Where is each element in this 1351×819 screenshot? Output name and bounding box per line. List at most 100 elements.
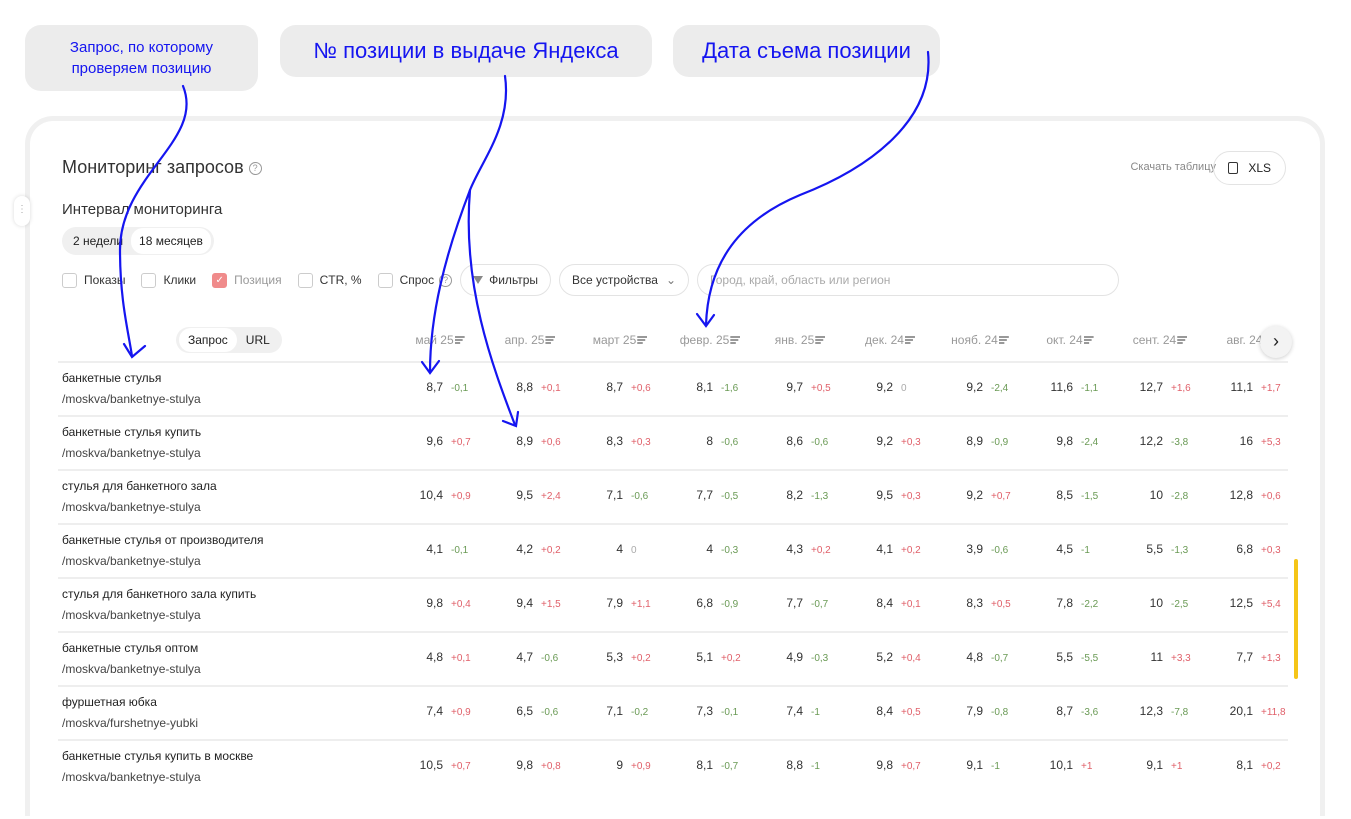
column-header[interactable]: нояб. 24	[935, 333, 1025, 347]
filter-bar: Показы Клики ✓ Позиция CTR, % Спрос? Филь…	[62, 264, 1127, 296]
checkbox-label: CTR, %	[319, 273, 362, 287]
position-value: 10,1	[1049, 758, 1073, 772]
position-cell: 11,6 -1,1	[1021, 380, 1111, 394]
sort-icon[interactable]	[1177, 336, 1188, 344]
position-delta: +1	[1171, 761, 1183, 772]
checkbox-clicks[interactable]: Клики	[141, 272, 196, 288]
download-table-label[interactable]: Скачать таблицу	[1130, 161, 1216, 173]
url-text[interactable]: /moskva/furshetnye-yubki	[62, 716, 198, 730]
interval-2-weeks[interactable]: 2 недели	[65, 228, 131, 254]
position-value: 9,5	[876, 488, 893, 502]
table-row: стулья для банкетного зала купить/moskva…	[58, 577, 1288, 633]
position-cell: 7,9 -0,8	[931, 704, 1021, 718]
position-cell: 6,5 -0,6	[481, 704, 571, 718]
filters-button[interactable]: Фильтры	[460, 264, 552, 296]
help-icon[interactable]: ?	[248, 162, 262, 175]
column-header[interactable]: апр. 25	[485, 333, 575, 347]
position-value: 11,1	[1230, 380, 1253, 394]
query-text[interactable]: банкетные стулья купить в москве	[62, 749, 253, 763]
query-text[interactable]: фуршетная юбка	[62, 695, 157, 709]
position-cell: 8,9 -0,9	[931, 434, 1021, 448]
annotation-query: Запрос, по которому проверяем позицию	[25, 25, 258, 91]
position-value: 16	[1239, 434, 1253, 448]
next-columns-button[interactable]: ›	[1260, 326, 1292, 358]
checkmark-icon[interactable]: ✓	[212, 272, 228, 288]
query-text[interactable]: банкетные стулья от производителя	[62, 533, 264, 547]
devices-select[interactable]: Все устройства ⌄	[559, 264, 690, 296]
checkbox-demand[interactable]: Спрос?	[377, 272, 453, 288]
column-date: нояб. 24	[951, 333, 998, 347]
url-text[interactable]: /moskva/banketnye-stulya	[62, 500, 201, 514]
sort-icon[interactable]	[454, 336, 465, 344]
position-delta: -0,5	[721, 491, 739, 502]
position-delta: +2,4	[541, 491, 561, 502]
column-header[interactable]: сент. 24	[1115, 333, 1205, 347]
column-header[interactable]: окт. 24	[1025, 333, 1115, 347]
checkbox-ctr[interactable]: CTR, %	[297, 272, 362, 288]
query-text[interactable]: стулья для банкетного зала купить	[62, 587, 256, 601]
checkbox-impressions[interactable]: Показы	[62, 272, 126, 288]
xls-button[interactable]: XLS	[1213, 151, 1286, 185]
sort-icon[interactable]	[545, 336, 556, 344]
table-row: фуршетная юбка/moskva/furshetnye-yubki 7,…	[58, 685, 1288, 741]
position-value: 10	[1149, 596, 1163, 610]
query-text[interactable]: банкетные стулья оптом	[62, 641, 198, 655]
column-header[interactable]: май 25	[395, 333, 485, 347]
position-cell: 4,7 -0,6	[481, 650, 571, 664]
sort-icon[interactable]	[904, 336, 915, 344]
checkbox-box[interactable]	[141, 272, 157, 288]
sort-icon[interactable]	[1083, 336, 1094, 344]
drag-handle-icon[interactable]: ⋮	[14, 196, 30, 226]
position-delta: -1	[1081, 545, 1090, 556]
table-row: банкетные стулья купить в москве/moskva/…	[58, 739, 1288, 795]
url-text[interactable]: /moskva/banketnye-stulya	[62, 554, 201, 568]
position-value: 7,9	[606, 596, 623, 610]
view-query[interactable]: Запрос	[179, 328, 237, 352]
sort-icon[interactable]	[998, 336, 1009, 344]
position-value: 7,4	[426, 704, 443, 718]
monitoring-card: Мониторинг запросов? Скачать таблицу XLS…	[25, 116, 1325, 816]
url-text[interactable]: /moskva/banketnye-stulya	[62, 770, 201, 784]
help-icon[interactable]: ?	[439, 273, 453, 287]
view-url[interactable]: URL	[237, 328, 279, 352]
position-cell: 7,7 -0,5	[661, 488, 751, 502]
position-delta: +0,5	[901, 707, 921, 718]
url-text[interactable]: /moskva/banketnye-stulya	[62, 392, 201, 406]
sort-icon[interactable]	[815, 336, 826, 344]
interval-18-months[interactable]: 18 месяцев	[131, 228, 211, 254]
checkbox-box[interactable]	[297, 272, 313, 288]
url-text[interactable]: /moskva/banketnye-stulya	[62, 446, 201, 460]
url-text[interactable]: /moskva/banketnye-stulya	[62, 662, 201, 676]
position-value: 8,1	[1236, 758, 1253, 772]
column-header[interactable]: февр. 25	[665, 333, 755, 347]
position-value: 6,8	[696, 596, 713, 610]
table-row: банкетные стулья/moskva/banketnye-stulya…	[58, 361, 1288, 417]
checkbox-box[interactable]	[377, 272, 393, 288]
checkbox-box[interactable]	[62, 272, 77, 288]
position-cell: 4,1 -0,1	[391, 542, 481, 556]
position-delta: -0,6	[811, 437, 829, 448]
column-header[interactable]: март 25	[575, 333, 665, 347]
position-cell: 10 -2,5	[1111, 596, 1201, 610]
sort-icon[interactable]	[637, 336, 648, 344]
column-header[interactable]: янв. 25	[755, 333, 845, 347]
query-text[interactable]: стулья для банкетного зала	[62, 479, 217, 493]
position-cell: 7,7 -0,7	[751, 596, 841, 610]
query-text[interactable]: банкетные стулья	[62, 371, 161, 385]
position-delta: +0,3	[631, 437, 651, 448]
url-text[interactable]: /moskva/banketnye-stulya	[62, 608, 201, 622]
position-cell: 16 +5,3	[1201, 434, 1291, 448]
position-cell: 8,1 +0,2	[1201, 758, 1291, 772]
checkbox-position[interactable]: ✓ Позиция	[212, 272, 282, 288]
query-text[interactable]: банкетные стулья купить	[62, 425, 201, 439]
position-delta: +0,1	[901, 599, 921, 610]
position-delta: -0,7	[811, 599, 829, 610]
sort-icon[interactable]	[730, 336, 741, 344]
column-header[interactable]: дек. 24	[845, 333, 935, 347]
scrollbar[interactable]	[1294, 559, 1298, 679]
region-input[interactable]: Город, край, область или регион	[697, 264, 1120, 296]
checkbox-label: Показы	[84, 273, 126, 287]
position-cell: 8,1 -0,7	[661, 758, 751, 772]
position-value: 4,5	[1056, 542, 1073, 556]
position-value: 9	[616, 758, 623, 772]
